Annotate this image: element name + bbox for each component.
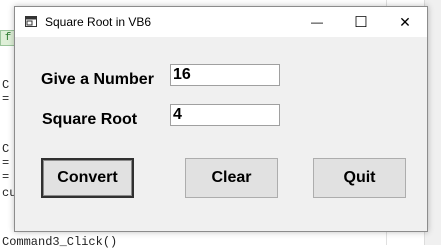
square-root-output[interactable] (170, 104, 280, 126)
code-fragment: = (2, 156, 10, 170)
convert-button[interactable]: Convert (41, 158, 134, 198)
minimize-icon: — (311, 15, 323, 29)
clear-button[interactable]: Clear (185, 158, 278, 198)
title-bar[interactable]: Square Root in VB6 — ☐ ✕ (15, 7, 427, 37)
maximize-icon: ☐ (354, 14, 368, 31)
app-window-icon (25, 16, 37, 27)
quit-button[interactable]: Quit (313, 158, 406, 198)
close-button[interactable]: ✕ (383, 7, 427, 37)
square-root-label: Square Root (42, 111, 138, 128)
code-line: Command3_Click() (2, 235, 118, 249)
code-fragment: = (2, 92, 10, 106)
number-input[interactable] (170, 64, 280, 86)
minimize-button[interactable]: — (295, 7, 339, 37)
number-label: Give a Number (41, 71, 154, 88)
code-fragment: = (2, 170, 10, 184)
close-icon: ✕ (399, 13, 411, 30)
window-title: Square Root in VB6 (45, 15, 152, 29)
maximize-button[interactable]: ☐ (339, 7, 383, 37)
square-root-dialog: Square Root in VB6 — ☐ ✕ Give a Number S… (14, 6, 428, 232)
code-fragment: C (2, 78, 10, 92)
code-fragment: C (2, 142, 10, 156)
